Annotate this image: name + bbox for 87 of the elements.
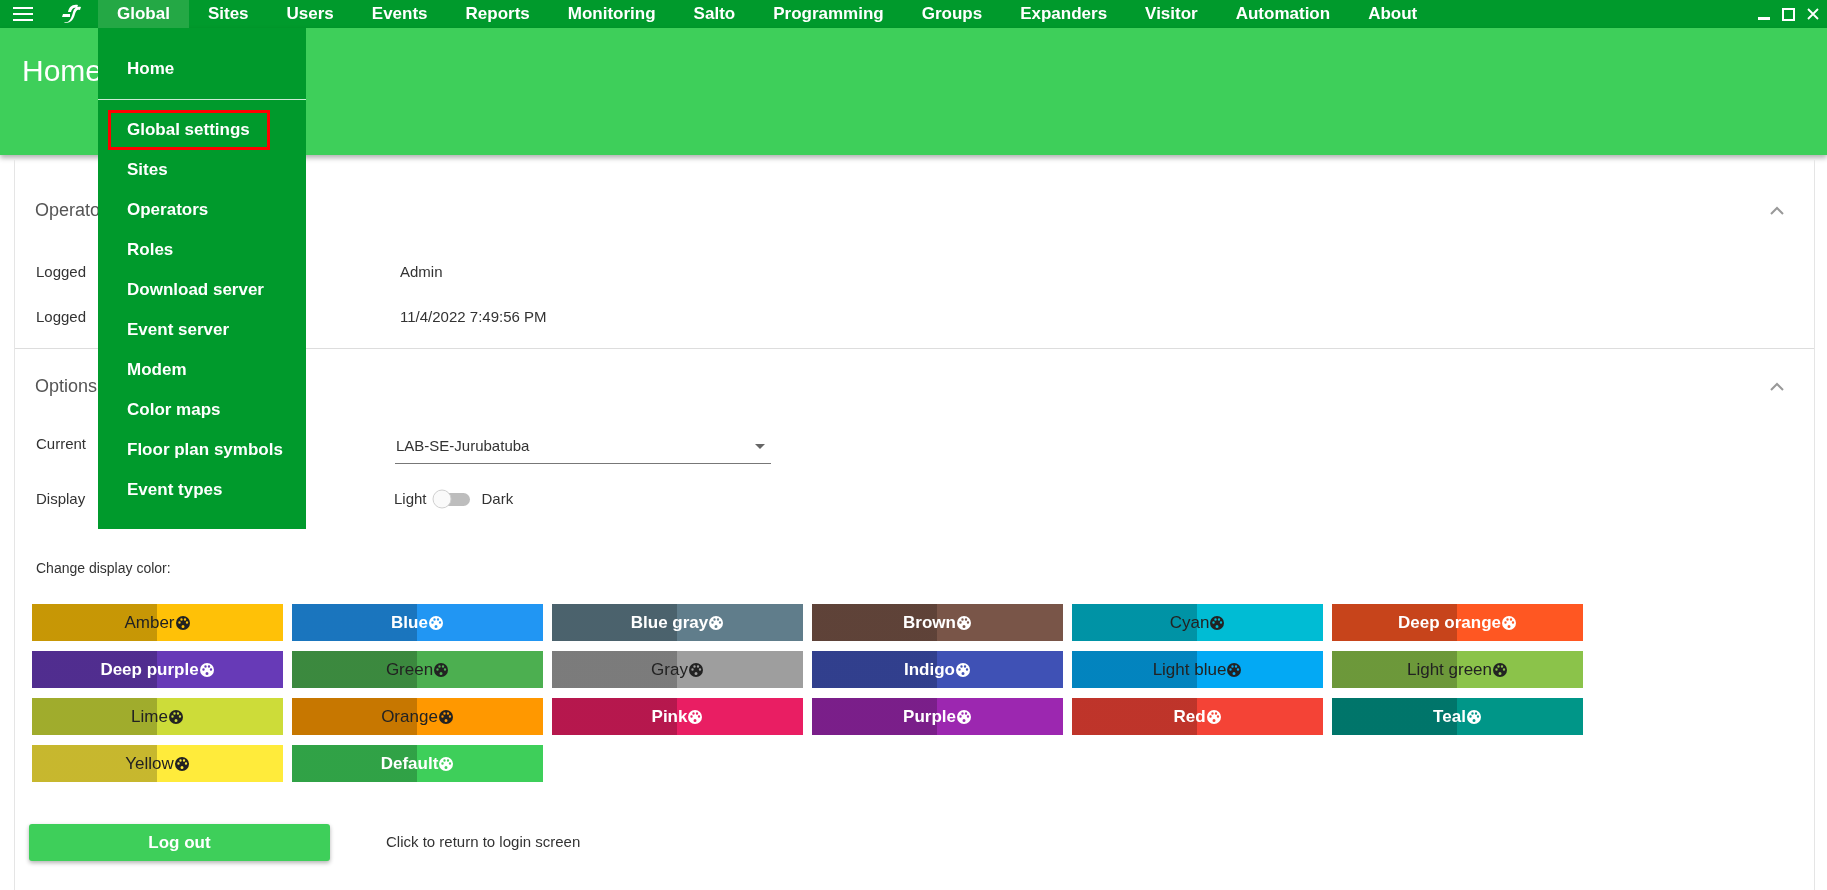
- field-value: Admin: [400, 262, 443, 283]
- palette-icon: [437, 708, 454, 725]
- chevron-icon[interactable]: [1770, 382, 1784, 391]
- color-swatch[interactable]: Blue: [292, 604, 543, 641]
- palette-icon: [438, 755, 455, 772]
- color-swatch[interactable]: Orange: [292, 698, 543, 735]
- color-swatch[interactable]: Yellow: [32, 745, 283, 782]
- color-swatch[interactable]: Amber: [32, 604, 283, 641]
- dropdown-item[interactable]: Global settings: [108, 110, 270, 150]
- maximize-icon[interactable]: [1782, 7, 1795, 21]
- palette-icon: [687, 661, 704, 678]
- color-swatch[interactable]: Deep purple: [32, 651, 283, 688]
- field-label: Display: [36, 490, 86, 507]
- palette-icon: [1209, 614, 1226, 631]
- theme-toggle[interactable]: [431, 489, 472, 509]
- color-swatch[interactable]: Purple: [812, 698, 1063, 735]
- menu-item[interactable]: Global: [98, 0, 189, 28]
- page-title: Home: [22, 54, 103, 87]
- menu-item[interactable]: Sites: [188, 0, 268, 28]
- toggle-label: Dark: [481, 488, 514, 509]
- menu-icon[interactable]: [13, 7, 33, 21]
- caret-icon: [755, 444, 765, 449]
- hint-text: Click to return to login screen: [386, 832, 581, 853]
- section-title: Operato: [35, 198, 101, 222]
- palette-icon: [955, 708, 972, 725]
- palette-icon: [1205, 708, 1222, 725]
- menu-item[interactable]: Groups: [902, 0, 1002, 28]
- dropdown-item[interactable]: Download server: [108, 270, 283, 310]
- palette-icon: [167, 708, 184, 725]
- menu-item[interactable]: Users: [267, 0, 353, 28]
- color-swatch[interactable]: Lime: [32, 698, 283, 735]
- field-label: Current: [36, 435, 87, 452]
- close-icon[interactable]: [1807, 8, 1819, 20]
- dropdown-item[interactable]: Event types: [108, 470, 242, 510]
- menu-item[interactable]: Monitoring: [548, 0, 675, 28]
- dropdown-item[interactable]: Home: [108, 49, 194, 89]
- site-dropdown[interactable]: LAB-SE-Jurubatuba: [395, 430, 771, 464]
- palette-icon: [1465, 708, 1482, 725]
- menu-item[interactable]: Automation: [1216, 0, 1350, 28]
- palette-icon: [173, 755, 190, 772]
- field-label: Logged: [36, 308, 87, 326]
- section-title: Options: [35, 375, 98, 398]
- color-swatch[interactable]: Indigo: [812, 651, 1063, 688]
- dropdown-item[interactable]: Roles: [108, 230, 193, 270]
- color-swatch[interactable]: Default: [292, 745, 543, 782]
- color-swatch[interactable]: Blue gray: [552, 604, 803, 641]
- menu-item[interactable]: Events: [352, 0, 447, 28]
- dropdown-item[interactable]: Event server: [108, 310, 249, 350]
- color-swatch[interactable]: Brown: [812, 604, 1063, 641]
- color-swatch[interactable]: Light blue: [1072, 651, 1323, 688]
- palette-icon: [687, 708, 704, 725]
- logo-icon: [60, 4, 82, 24]
- toggle-label: Light: [394, 488, 427, 509]
- palette-icon: [955, 614, 972, 631]
- color-swatch[interactable]: Light green: [1332, 651, 1583, 688]
- palette-icon: [1492, 661, 1509, 678]
- dropdown-item[interactable]: Modem: [108, 350, 206, 390]
- color-swatch[interactable]: Gray: [552, 651, 803, 688]
- color-swatch[interactable]: Cyan: [1072, 604, 1323, 641]
- menu-item[interactable]: About: [1349, 0, 1437, 28]
- dropdown-item[interactable]: Floor plan symbols: [108, 430, 302, 470]
- palette-icon: [955, 661, 971, 678]
- dropdown-item[interactable]: Sites: [108, 150, 187, 190]
- dropdown-item[interactable]: Color maps: [108, 390, 240, 430]
- menu-item[interactable]: Programming: [754, 0, 903, 28]
- color-swatch[interactable]: Green: [292, 651, 543, 688]
- palette-icon: [427, 614, 444, 631]
- chevron-icon[interactable]: [1770, 205, 1784, 215]
- menu-item[interactable]: Salto: [674, 0, 755, 28]
- menu-item[interactable]: Visitor: [1126, 0, 1217, 28]
- menu-item[interactable]: Reports: [446, 0, 549, 28]
- field-value: 11/4/2022 7:49:56 PM: [400, 307, 547, 328]
- color-swatch[interactable]: Deep orange: [1332, 604, 1583, 641]
- palette-icon: [708, 614, 725, 631]
- menu-item[interactable]: Expanders: [1001, 0, 1127, 28]
- color-swatch[interactable]: Pink: [552, 698, 803, 735]
- color-swatch[interactable]: Red: [1072, 698, 1323, 735]
- palette-icon: [1226, 661, 1243, 678]
- palette-icon: [1501, 614, 1517, 631]
- field-label: Change display color:: [36, 560, 171, 576]
- palette-icon: [174, 614, 191, 631]
- dropdown-item[interactable]: Operators: [108, 190, 228, 230]
- logout-button[interactable]: Log out: [29, 824, 330, 861]
- field-label: Logged: [36, 263, 87, 281]
- palette-icon: [198, 661, 215, 678]
- palette-icon: [433, 661, 450, 678]
- color-swatch[interactable]: Teal: [1332, 698, 1583, 735]
